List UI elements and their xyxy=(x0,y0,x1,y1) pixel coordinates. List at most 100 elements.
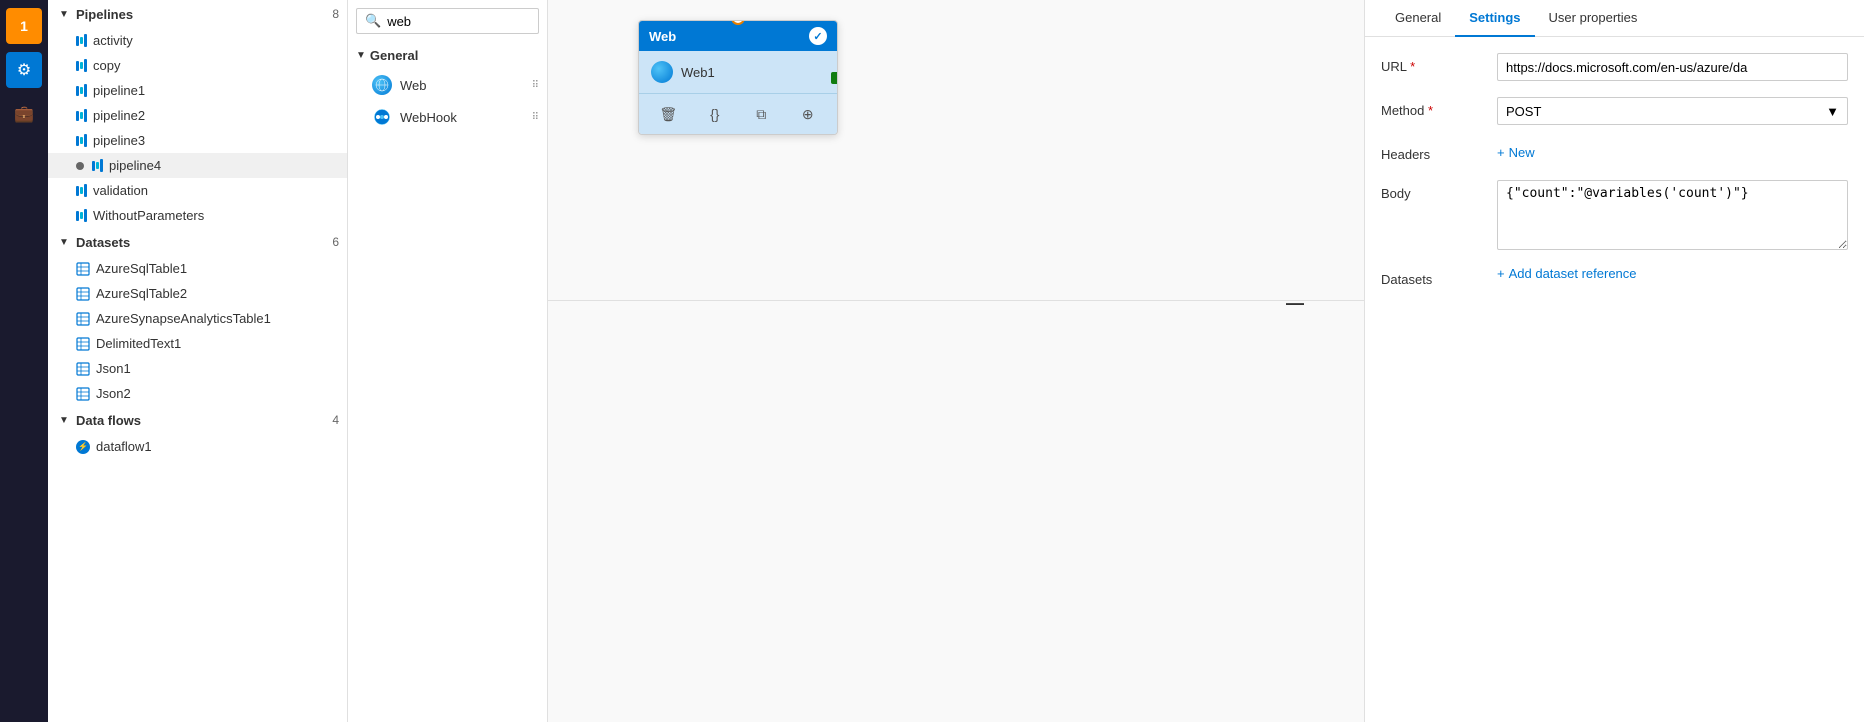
web-node-body-label: Web1 xyxy=(681,65,715,80)
pipeline-item-pipeline3[interactable]: pipeline3 xyxy=(48,128,347,153)
dataset-item-json1[interactable]: Json1 xyxy=(48,356,347,381)
active-dot xyxy=(76,162,84,170)
dataset-item-label: AzureSqlTable2 xyxy=(96,286,187,301)
dataflows-count: 4 xyxy=(332,413,339,427)
pipeline-item-label: validation xyxy=(93,183,148,198)
datasets-count: 6 xyxy=(332,235,339,249)
headers-row: Headers + New xyxy=(1381,141,1848,164)
headers-label: Headers xyxy=(1381,141,1481,162)
datasets-chevron: ▼ xyxy=(56,234,72,250)
plus-icon: + xyxy=(1497,266,1505,281)
pipelines-count: 8 xyxy=(332,7,339,21)
settings-content: URL * Method * POST ▼ Headers + New xyxy=(1365,37,1864,722)
dataset-icon xyxy=(76,362,90,376)
dataflow-icon: ⚡ xyxy=(76,440,90,454)
drag-handle-icon: ⠿ xyxy=(532,80,539,91)
datasets-label: Datasets xyxy=(1381,266,1481,287)
url-label: URL * xyxy=(1381,53,1481,74)
dataset-item-azuresynapse[interactable]: AzureSynapseAnalyticsTable1 xyxy=(48,306,347,331)
pipeline-item-label: pipeline3 xyxy=(93,133,145,148)
minus-icon: — xyxy=(1286,293,1304,314)
web-node[interactable]: Web ✓ Web1 🗑 {} ⧉ ⊕ xyxy=(638,20,838,135)
dataset-item-delimitedtext[interactable]: DelimitedText1 xyxy=(48,331,347,356)
dataflows-chevron: ▼ xyxy=(56,412,72,428)
node-connector-right xyxy=(831,72,838,84)
body-row: Body {"count":"@variables('count')"} xyxy=(1381,180,1848,250)
dataset-item-label: Json2 xyxy=(96,386,131,401)
settings-panel: General Settings User properties URL * M… xyxy=(1364,0,1864,722)
activities-panel: 🔍 ▼ General Web ⠿ WebHook ⠿ xyxy=(348,0,548,722)
method-value: POST xyxy=(1506,104,1541,119)
search-box[interactable]: 🔍 xyxy=(356,8,539,34)
pipeline-item-pipeline1[interactable]: pipeline1 xyxy=(48,78,347,103)
activity-item-label: WebHook xyxy=(400,110,457,125)
pipeline-item-label: pipeline2 xyxy=(93,108,145,123)
web-node-check-icon: ✓ xyxy=(809,27,827,45)
dataset-icon xyxy=(76,262,90,276)
dataset-item-json2[interactable]: Json2 xyxy=(48,381,347,406)
node-code-button[interactable]: {} xyxy=(701,100,729,128)
pipeline-item-pipeline4[interactable]: pipeline4 xyxy=(48,153,347,178)
body-textarea[interactable]: {"count":"@variables('count')"} xyxy=(1497,180,1848,250)
dataset-item-azuresqltable1[interactable]: AzureSqlTable1 xyxy=(48,256,347,281)
tab-user-properties[interactable]: User properties xyxy=(1535,0,1652,37)
method-row: Method * POST ▼ xyxy=(1381,97,1848,125)
pipeline-icon xyxy=(76,34,87,47)
dataset-item-label: DelimitedText1 xyxy=(96,336,181,351)
pipeline-item-copy[interactable]: copy xyxy=(48,53,347,78)
dataflows-section-header[interactable]: ▼ Data flows 4 xyxy=(48,406,347,434)
search-input[interactable] xyxy=(387,14,530,29)
method-label: Method * xyxy=(1381,97,1481,118)
node-delete-button[interactable]: 🗑 xyxy=(654,100,682,128)
pipeline-item-validation[interactable]: validation xyxy=(48,178,347,203)
activity-item-webhook-left: WebHook xyxy=(372,107,457,127)
sidebar-icons: 1 ⚙ 💼 xyxy=(0,0,48,722)
briefcase-icon[interactable]: 💼 xyxy=(6,96,42,132)
pipeline-item-label: pipeline1 xyxy=(93,83,145,98)
datasets-section-header[interactable]: ▼ Datasets 6 xyxy=(48,228,347,256)
canvas-area[interactable]: Web ✓ Web1 🗑 {} ⧉ ⊕ — xyxy=(548,0,1364,722)
node-link-button[interactable]: ⊕ xyxy=(794,100,822,128)
general-chevron: ▼ xyxy=(356,50,366,61)
method-chevron-icon: ▼ xyxy=(1826,104,1839,119)
activity-item-label: Web xyxy=(400,78,427,93)
activity-item-web-left: Web xyxy=(372,75,427,95)
dataset-item-azuresqltable2[interactable]: AzureSqlTable2 xyxy=(48,281,347,306)
pipeline-icon xyxy=(76,209,87,222)
tab-settings[interactable]: Settings xyxy=(1455,0,1534,37)
datasets-label: Datasets xyxy=(76,235,130,250)
logo-icon: 1 xyxy=(6,8,42,44)
web-node-globe-icon xyxy=(651,61,673,83)
general-section-header[interactable]: ▼ General xyxy=(348,42,547,69)
dataflow-item-dataflow1[interactable]: ⚡ dataflow1 xyxy=(48,434,347,459)
pipeline-icon xyxy=(76,109,87,122)
method-select[interactable]: POST ▼ xyxy=(1497,97,1848,125)
pipeline-icon xyxy=(76,184,87,197)
dataset-icon xyxy=(76,337,90,351)
pipeline-icon xyxy=(92,159,103,172)
general-label: General xyxy=(370,48,418,63)
pipelines-section-header[interactable]: ▼ Pipelines 8 xyxy=(48,0,347,28)
pipeline-item-pipeline2[interactable]: pipeline2 xyxy=(48,103,347,128)
dataflow-item-label: dataflow1 xyxy=(96,439,152,454)
dataset-icon xyxy=(76,287,90,301)
web-node-title: Web xyxy=(649,29,676,44)
add-dataset-button[interactable]: + Add dataset reference xyxy=(1497,266,1637,281)
web-node-header: Web ✓ xyxy=(639,21,837,51)
dataset-item-label: AzureSynapseAnalyticsTable1 xyxy=(96,311,271,326)
pipeline-item-withoutparams[interactable]: WithoutParameters xyxy=(48,203,347,228)
pipeline-panel: ▼ Pipelines 8 activity copy pipeline1 pi… xyxy=(48,0,348,722)
pipeline-item-activity[interactable]: activity xyxy=(48,28,347,53)
activity-item-webhook[interactable]: WebHook ⠿ xyxy=(348,101,547,133)
url-input[interactable] xyxy=(1497,53,1848,81)
pipelines-chevron: ▼ xyxy=(56,6,72,22)
pipeline-icon xyxy=(76,59,87,72)
search-icon: 🔍 xyxy=(365,13,381,29)
node-copy-button[interactable]: ⧉ xyxy=(747,100,775,128)
tab-general[interactable]: General xyxy=(1381,0,1455,37)
headers-new-button[interactable]: + New xyxy=(1497,141,1535,164)
activity-item-web[interactable]: Web ⠿ xyxy=(348,69,547,101)
monitor-icon[interactable]: ⚙ xyxy=(6,52,42,88)
url-row: URL * xyxy=(1381,53,1848,81)
pipeline-item-label: copy xyxy=(93,58,120,73)
